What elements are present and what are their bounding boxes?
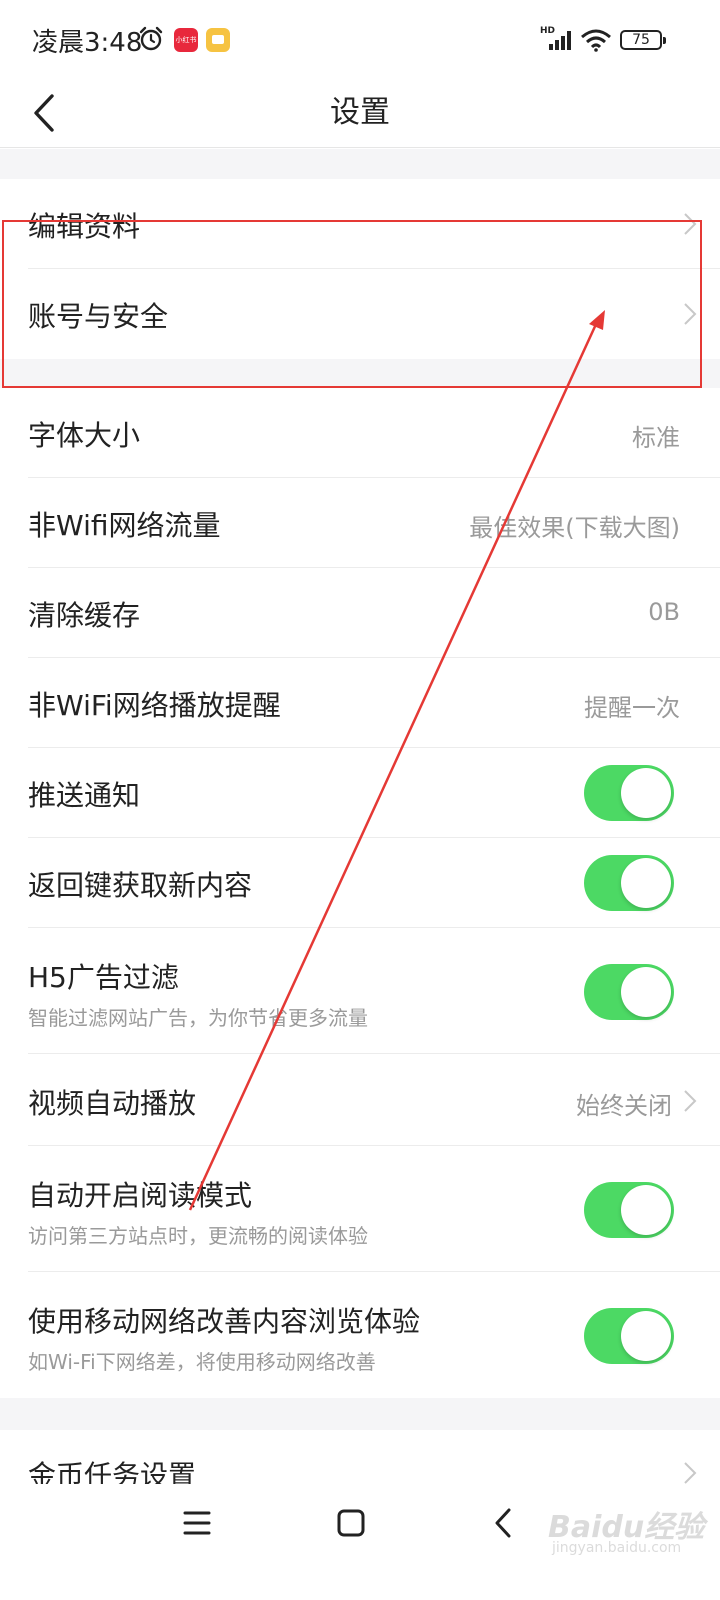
- wifi-icon: [581, 29, 611, 52]
- h5-ad-filter-description: 智能过滤网站广告，为你节省更多流量: [28, 1006, 368, 1030]
- app-icon-label: 小红书: [175, 36, 197, 44]
- non-wifi-play-reminder-label: 非WiFi网络播放提醒: [28, 689, 281, 722]
- h5-ad-filter-row: H5广告过滤 智能过滤网站广告，为你节省更多流量: [0, 928, 720, 1054]
- xiaohongshu-app-icon: 小红书: [174, 28, 198, 52]
- auto-reading-mode-toggle[interactable]: [584, 1182, 674, 1238]
- page-title: 设置: [330, 95, 390, 130]
- section-gap: [0, 1398, 720, 1430]
- coin-task-settings-label: 金币任务设置: [28, 1459, 197, 1484]
- non-wifi-play-reminder-value: 提醒一次: [584, 694, 680, 722]
- status-time: 凌晨3:48: [32, 28, 143, 58]
- back-key-refresh-label: 返回键获取新内容: [28, 869, 253, 902]
- non-wifi-traffic-label: 非Wifi网络流量: [28, 509, 221, 542]
- clear-cache-row[interactable]: 清除缓存 0B: [0, 568, 720, 658]
- toggle-knob: [621, 768, 671, 818]
- toggle-knob: [621, 858, 671, 908]
- menu-icon[interactable]: [182, 1508, 212, 1538]
- auto-reading-mode-row: 自动开启阅读模式 访问第三方站点时，更流畅的阅读体验: [0, 1146, 720, 1272]
- battery-indicator: 75: [620, 30, 666, 50]
- cache-size-value: 0B: [648, 598, 680, 626]
- edit-profile-label: 编辑资料: [28, 210, 141, 243]
- video-autoplay-label: 视频自动播放: [28, 1087, 197, 1120]
- non-wifi-play-reminder-row[interactable]: 非WiFi网络播放提醒 提醒一次: [0, 658, 720, 748]
- mobile-network-boost-row: 使用移动网络改善内容浏览体验 如Wi-Fi下网络差，将使用移动网络改善: [0, 1272, 720, 1398]
- back-key-refresh-toggle[interactable]: [584, 855, 674, 911]
- video-autoplay-value: 始终关闭: [576, 1092, 672, 1120]
- account-security-row[interactable]: 账号与安全: [0, 269, 720, 359]
- toggle-knob: [621, 967, 671, 1017]
- chevron-right-icon: [684, 1090, 697, 1112]
- home-square-icon[interactable]: [336, 1508, 366, 1538]
- section-gap: [0, 359, 720, 388]
- h5-ad-filter-toggle[interactable]: [584, 964, 674, 1020]
- h5-ad-filter-label: H5广告过滤: [28, 961, 179, 994]
- chevron-right-icon: [684, 213, 697, 235]
- font-size-label: 字体大小: [28, 419, 141, 452]
- cellular-signal-icon: [549, 31, 571, 50]
- section-gap: [0, 149, 720, 179]
- coin-task-settings-row[interactable]: 金币任务设置: [0, 1430, 720, 1484]
- toggle-knob: [621, 1311, 671, 1361]
- nav-bar: 设置: [0, 80, 720, 148]
- mobile-network-boost-label: 使用移动网络改善内容浏览体验: [28, 1305, 421, 1338]
- alarm-clock-icon: [139, 26, 163, 51]
- mobile-network-boost-toggle[interactable]: [584, 1308, 674, 1364]
- non-wifi-traffic-value: 最佳效果(下载大图): [469, 514, 680, 542]
- font-size-value: 标准: [632, 424, 680, 452]
- non-wifi-traffic-row[interactable]: 非Wifi网络流量 最佳效果(下载大图): [0, 478, 720, 568]
- auto-reading-mode-label: 自动开启阅读模式: [28, 1179, 253, 1212]
- chevron-right-icon: [684, 303, 697, 325]
- system-nav-bar: [0, 1484, 720, 1564]
- back-key-refresh-row: 返回键获取新内容: [0, 838, 720, 928]
- account-security-label: 账号与安全: [28, 300, 169, 333]
- auto-reading-mode-description: 访问第三方站点时，更流畅的阅读体验: [28, 1224, 368, 1248]
- clear-cache-label: 清除缓存: [28, 599, 141, 632]
- font-size-row[interactable]: 字体大小 标准: [0, 388, 720, 478]
- status-bar: 凌晨3:48 小红书 HD 75: [0, 0, 720, 80]
- video-autoplay-row[interactable]: 视频自动播放 始终关闭: [0, 1054, 720, 1146]
- message-app-icon: [206, 28, 230, 52]
- chevron-right-icon: [684, 1462, 697, 1484]
- back-nav-icon[interactable]: [492, 1506, 514, 1540]
- push-notifications-row: 推送通知: [0, 748, 720, 838]
- mobile-network-boost-description: 如Wi-Fi下网络差，将使用移动网络改善: [28, 1350, 376, 1374]
- push-notifications-toggle[interactable]: [584, 765, 674, 821]
- push-notifications-label: 推送通知: [28, 779, 141, 812]
- edit-profile-row[interactable]: 编辑资料: [0, 179, 720, 269]
- toggle-knob: [621, 1185, 671, 1235]
